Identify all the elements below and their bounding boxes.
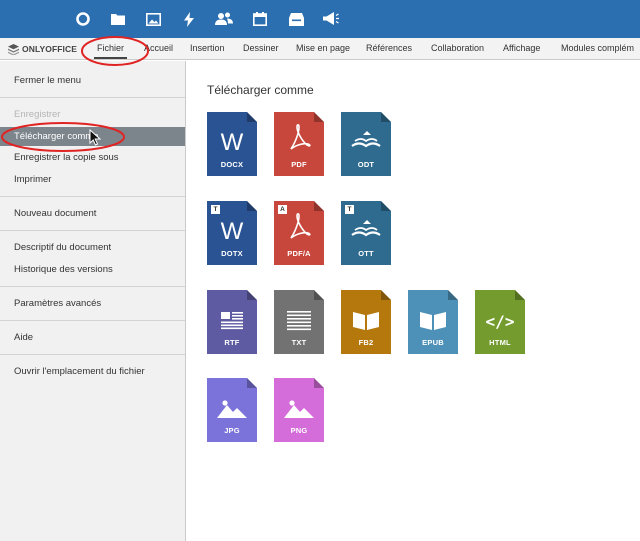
tab-collaboration[interactable]: Collaboration	[431, 38, 484, 59]
tab-references[interactable]: Références	[366, 38, 412, 59]
print-item[interactable]: Imprimer	[0, 170, 185, 189]
image-icon[interactable]	[144, 10, 162, 28]
format-label: DOTX	[221, 249, 243, 258]
tab-modules-complementaires[interactable]: Modules complém	[561, 38, 634, 59]
tab-affichage[interactable]: Affichage	[503, 38, 540, 59]
new-document-item[interactable]: Nouveau document	[0, 204, 185, 223]
template-badge: A	[278, 205, 287, 214]
format-png-button[interactable]: PNG	[274, 378, 324, 442]
open-file-location-item[interactable]: Ouvrir l'emplacement du fichier	[0, 362, 185, 381]
divider	[0, 286, 185, 287]
format-dotx-button[interactable]: W T DOTX	[207, 201, 257, 265]
format-label: FB2	[358, 338, 374, 347]
format-txt-button[interactable]: TXT	[274, 290, 324, 354]
divider	[0, 354, 185, 355]
word-icon: W	[221, 129, 244, 156]
close-menu-item[interactable]: Fermer le menu	[0, 71, 185, 90]
top-toolbar	[0, 0, 640, 38]
megaphone-icon[interactable]	[322, 10, 340, 28]
users-icon[interactable]	[215, 10, 233, 28]
tab-insertion[interactable]: Insertion	[190, 38, 225, 59]
format-label: OTT	[358, 249, 374, 258]
divider	[0, 97, 185, 98]
format-label: HTML	[489, 338, 511, 347]
svg-text:W: W	[221, 218, 244, 245]
format-label: JPG	[224, 426, 240, 435]
format-fb2-button[interactable]: FB2	[341, 290, 391, 354]
tab-dessiner[interactable]: Dessiner	[243, 38, 279, 59]
format-odt-button[interactable]: ODT	[341, 112, 391, 176]
folder-icon[interactable]	[109, 10, 127, 28]
format-label: RTF	[224, 338, 240, 347]
format-pdfa-button[interactable]: A PDF/A	[274, 201, 324, 265]
template-badge: T	[211, 205, 220, 214]
format-pdf-button[interactable]: PDF	[274, 112, 324, 176]
format-html-button[interactable]: </> HTML	[475, 290, 525, 354]
format-docx-button[interactable]: W DOCX	[207, 112, 257, 176]
divider	[0, 320, 185, 321]
panel-title: Télécharger comme	[207, 83, 314, 97]
tab-mise-en-page[interactable]: Mise en page	[296, 38, 350, 59]
format-rtf-button[interactable]: RTF	[207, 290, 257, 354]
format-label: TXT	[291, 338, 307, 347]
bolt-icon[interactable]	[180, 10, 198, 28]
version-history-item[interactable]: Historique des versions	[0, 260, 185, 279]
svg-text:</>: </>	[486, 312, 515, 331]
onlyoffice-logo-icon	[8, 43, 19, 55]
format-label: PDF	[291, 160, 307, 169]
logo-text: ONLYOFFICE	[22, 44, 77, 54]
onlyoffice-logo: ONLYOFFICE	[8, 42, 77, 56]
divider	[0, 230, 185, 231]
format-epub-button[interactable]: EPUB	[408, 290, 458, 354]
divider	[0, 196, 185, 197]
format-ott-button[interactable]: T OTT	[341, 201, 391, 265]
format-label: PDF/A	[287, 249, 311, 258]
circle-icon[interactable]	[74, 10, 92, 28]
svg-text:W: W	[221, 129, 244, 156]
word-icon: W	[221, 218, 244, 245]
advanced-settings-item[interactable]: Paramètres avancés	[0, 294, 185, 313]
template-badge: T	[345, 205, 354, 214]
help-item[interactable]: Aide	[0, 328, 185, 347]
code-icon: </>	[486, 312, 515, 331]
format-jpg-button[interactable]: JPG	[207, 378, 257, 442]
red-annotation-circle	[81, 36, 149, 66]
format-label: EPUB	[422, 338, 444, 347]
format-label: DOCX	[220, 160, 244, 169]
document-info-item[interactable]: Descriptif du document	[0, 238, 185, 257]
red-annotation-circle	[1, 122, 125, 152]
format-label: ODT	[357, 160, 375, 169]
format-label: PNG	[290, 426, 308, 435]
calendar-icon[interactable]	[251, 10, 269, 28]
inbox-icon[interactable]	[287, 10, 305, 28]
